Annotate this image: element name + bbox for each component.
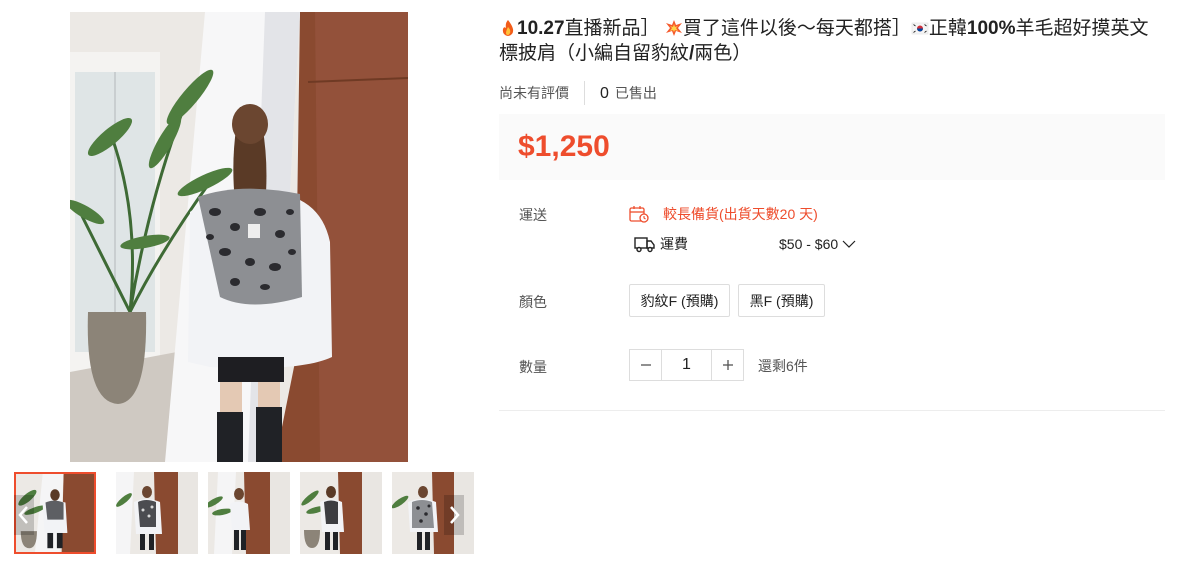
variation-option-leopard[interactable]: 豹紋F (預購) [629,284,730,317]
chevron-right-icon [450,506,460,524]
sold-count: 0 已售出 [585,83,657,103]
thumbnail-next-button[interactable] [444,495,464,535]
chevron-left-icon [18,506,28,524]
product-price: $1,250 [518,130,610,163]
plus-icon [722,360,733,370]
korea-flag-icon [911,22,929,35]
ratings-row: 尚未有評價 0 已售出 [499,81,1165,105]
title-segment: 正韓 [928,18,967,39]
chevron-down-icon [842,240,856,248]
truck-icon [634,237,655,253]
sold-number: 0 [600,85,609,102]
fire-emoji-icon [502,20,514,36]
shipping-fee: 運費 [634,234,688,254]
stock-remaining: 還剩6件 [758,358,808,374]
thumbnail-strip [14,472,474,554]
color-label: 顏色 [519,294,547,310]
thumbnail-prev-button[interactable] [14,495,34,535]
title-segment: 兩色） [694,43,752,64]
variation-option-black[interactable]: 黑F (預購) [738,284,825,317]
rating-status: 尚未有評價 [499,81,585,105]
sold-label: 已售出 [614,85,657,101]
title-segment: 10.27 [517,18,565,39]
shipping-fee-dropdown[interactable]: $50 - $60 [779,236,856,252]
collision-emoji-icon [665,20,682,36]
quantity-input[interactable] [661,350,712,380]
product-main-image[interactable] [70,12,408,462]
quantity-stepper [629,349,744,381]
quantity-increase-button[interactable] [712,350,743,380]
product-info: 10.27直播新品］ 買了這件以後～每天都搭］ 正韓100%羊毛超好摸英文標披肩（… [499,16,1165,411]
product-title: 10.27直播新品］ 買了這件以後～每天都搭］ 正韓100%羊毛超好摸英文標披肩（… [499,16,1165,66]
thumbnail-3[interactable] [208,472,290,554]
fee-range-text: $50 - $60 [779,236,839,252]
calendar-clock-icon [629,206,649,223]
thumbnail-2[interactable] [116,472,198,554]
lead-time-text: 較長備貨(出貨天數20 天) [663,206,818,222]
price-box: $1,250 [499,114,1165,180]
shipping-lead-time: 較長備貨(出貨天數20 天) [629,204,818,224]
minus-icon [640,364,651,366]
section-divider [499,410,1165,411]
quantity-label: 數量 [519,359,547,375]
shipping-label: 運送 [519,207,547,223]
thumbnail-4[interactable] [300,472,382,554]
fee-label: 運費 [660,236,688,252]
title-segment: 直播新品］ [564,18,660,39]
title-segment: 買了這件以後～每天都搭］ [682,18,911,39]
title-segment: 100% [966,18,1016,39]
product-photo [70,12,408,462]
quantity-decrease-button[interactable] [630,350,661,380]
